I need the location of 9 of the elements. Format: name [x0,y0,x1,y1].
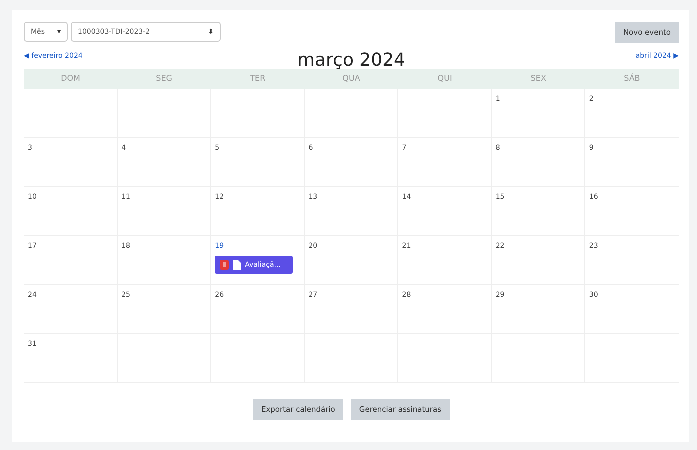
weekday-header: QUI [398,69,492,89]
weekday-header: SEX [492,69,586,89]
weekday-header: DOM [24,69,118,89]
document-icon [233,260,242,270]
weekday-header: SEG [118,69,212,89]
weekday-header: QUA [304,69,398,89]
weekday-header: TER [211,69,305,89]
month-title: março 2024 [297,50,406,70]
weekday-header: SÁB [585,69,679,89]
